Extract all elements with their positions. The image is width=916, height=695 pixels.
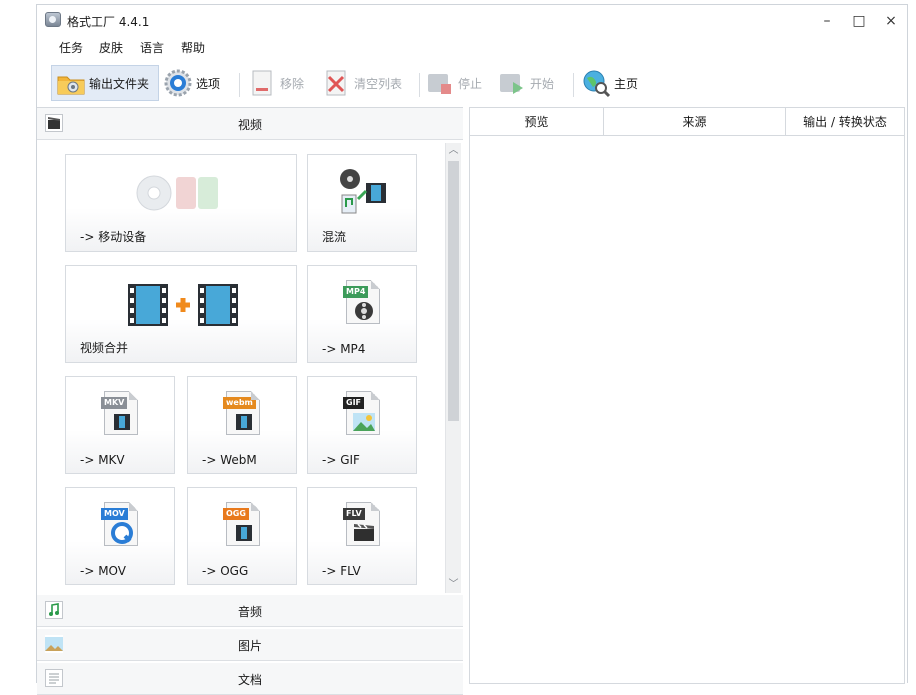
column-source[interactable]: 来源 bbox=[604, 108, 786, 136]
column-preview[interactable]: 预览 bbox=[470, 108, 604, 136]
tile-video-join[interactable]: 视频合并 bbox=[65, 265, 297, 363]
format-tag: OGG bbox=[223, 508, 249, 520]
tile-mov[interactable]: MOV -> MOV bbox=[65, 487, 175, 585]
format-tag: MP4 bbox=[343, 286, 369, 298]
minimize-button[interactable]: – bbox=[815, 11, 839, 31]
scroll-down-icon[interactable]: ﹀ bbox=[446, 577, 461, 593]
tile-mkv[interactable]: MKV -> MKV bbox=[65, 376, 175, 474]
title-bar[interactable]: 格式工厂 4.4.1 – □ × bbox=[37, 5, 907, 35]
globe-icon bbox=[581, 68, 611, 98]
mux-icon bbox=[336, 167, 392, 222]
menu-task[interactable]: 任务 bbox=[59, 39, 83, 56]
format-tag: FLV bbox=[343, 508, 365, 520]
remove-file-icon bbox=[247, 68, 277, 98]
mov-file-icon: MOV bbox=[101, 502, 138, 546]
toolbar: 输出文件夹 选项 移除 清空列表 停止 开始 主页 bbox=[37, 61, 907, 105]
task-list-panel: 预览 来源 输出 / 转换状态 bbox=[469, 107, 905, 684]
stop-icon bbox=[425, 68, 455, 98]
clear-list-button[interactable]: 清空列表 bbox=[321, 65, 413, 101]
tile-label: -> 移动设备 bbox=[80, 230, 147, 244]
toolbar-separator bbox=[419, 73, 420, 97]
video-join-icon bbox=[126, 282, 242, 331]
menu-language[interactable]: 语言 bbox=[140, 39, 164, 56]
filmstrip-icon bbox=[236, 525, 252, 541]
folder-icon bbox=[56, 68, 86, 98]
remove-label: 移除 bbox=[280, 76, 305, 91]
toolbar-separator bbox=[573, 73, 574, 97]
stop-label: 停止 bbox=[458, 76, 483, 91]
category-audio-label: 音频 bbox=[237, 605, 262, 619]
tile-webm[interactable]: webm -> WebM bbox=[187, 376, 297, 474]
start-label: 开始 bbox=[530, 76, 555, 91]
maximize-button[interactable]: □ bbox=[847, 11, 871, 31]
format-tag: GIF bbox=[343, 397, 365, 409]
mkv-file-icon: MKV bbox=[101, 391, 138, 435]
options-button[interactable]: 选项 bbox=[163, 65, 233, 101]
scroll-up-icon[interactable]: ︿ bbox=[446, 143, 461, 159]
tile-flv[interactable]: FLV -> FLV bbox=[307, 487, 417, 585]
tile-label: -> MOV bbox=[80, 564, 126, 578]
category-document-label: 文档 bbox=[237, 673, 262, 687]
tile-label: -> WebM bbox=[202, 453, 257, 467]
webm-file-icon: webm bbox=[223, 391, 260, 435]
category-document[interactable]: 文档 bbox=[37, 663, 463, 695]
home-label: 主页 bbox=[614, 76, 639, 91]
remove-button[interactable]: 移除 bbox=[247, 65, 313, 101]
ogg-file-icon: OGG bbox=[223, 502, 260, 546]
video-grid-scrollbar[interactable]: ︿ ﹀ bbox=[445, 143, 461, 593]
options-gear-icon bbox=[163, 68, 193, 98]
column-output-status[interactable]: 输出 / 转换状态 bbox=[786, 108, 904, 136]
menu-skin[interactable]: 皮肤 bbox=[99, 39, 123, 56]
tile-label: -> MP4 bbox=[322, 342, 366, 356]
menu-help[interactable]: 帮助 bbox=[181, 39, 205, 56]
tile-gif[interactable]: GIF -> GIF bbox=[307, 376, 417, 474]
category-panel: 视频 -> 移动设备 混流 视频合并 MP4 -> MP4 MKV -> MKV… bbox=[37, 107, 463, 695]
menu-bar: 任务 皮肤 语言 帮助 bbox=[37, 35, 907, 59]
filmstrip-icon bbox=[236, 414, 252, 430]
output-folder-button[interactable]: 输出文件夹 bbox=[51, 65, 159, 101]
start-button[interactable]: 开始 bbox=[497, 65, 567, 101]
video-format-grid: -> 移动设备 混流 视频合并 MP4 -> MP4 MKV -> MKV we… bbox=[37, 142, 445, 592]
tile-label: 视频合并 bbox=[80, 341, 129, 355]
scroll-thumb[interactable] bbox=[448, 161, 459, 421]
format-tag: MKV bbox=[101, 397, 128, 409]
mobile-device-icon bbox=[130, 171, 240, 216]
options-label: 选项 bbox=[196, 76, 221, 91]
output-folder-label: 输出文件夹 bbox=[89, 76, 150, 91]
tile-label: 混流 bbox=[322, 230, 347, 244]
clear-list-icon bbox=[321, 68, 351, 98]
format-tag: MOV bbox=[101, 508, 128, 520]
clear-list-label: 清空列表 bbox=[354, 76, 403, 91]
flv-file-icon: FLV bbox=[343, 502, 380, 546]
tile-label: -> FLV bbox=[322, 564, 361, 578]
app-window: 格式工厂 4.4.1 – □ × 任务 皮肤 语言 帮助 输出文件夹 选项 移除 bbox=[36, 4, 908, 695]
gif-file-icon: GIF bbox=[343, 391, 380, 435]
tile-mobile-device[interactable]: -> 移动设备 bbox=[65, 154, 297, 252]
format-tag: webm bbox=[223, 397, 256, 409]
filmstrip-icon bbox=[114, 414, 130, 430]
category-audio[interactable]: 音频 bbox=[37, 595, 463, 627]
toolbar-separator bbox=[239, 73, 240, 97]
window-title: 格式工厂 4.4.1 bbox=[67, 15, 150, 29]
start-icon bbox=[497, 68, 527, 98]
mp4-file-icon: MP4 bbox=[343, 280, 380, 324]
tile-ogg[interactable]: OGG -> OGG bbox=[187, 487, 297, 585]
category-video-label: 视频 bbox=[237, 118, 262, 132]
app-logo-icon bbox=[45, 12, 61, 27]
tile-label: -> OGG bbox=[202, 564, 249, 578]
tile-label: -> GIF bbox=[322, 453, 360, 467]
close-button[interactable]: × bbox=[879, 11, 903, 31]
home-button[interactable]: 主页 bbox=[581, 65, 647, 101]
tile-label: -> MKV bbox=[80, 453, 125, 467]
tile-mux[interactable]: 混流 bbox=[307, 154, 417, 252]
category-image-label: 图片 bbox=[237, 639, 262, 653]
category-image[interactable]: 图片 bbox=[37, 629, 463, 661]
tile-mp4[interactable]: MP4 -> MP4 bbox=[307, 265, 417, 363]
category-video[interactable]: 视频 bbox=[37, 108, 463, 140]
stop-button[interactable]: 停止 bbox=[425, 65, 491, 101]
